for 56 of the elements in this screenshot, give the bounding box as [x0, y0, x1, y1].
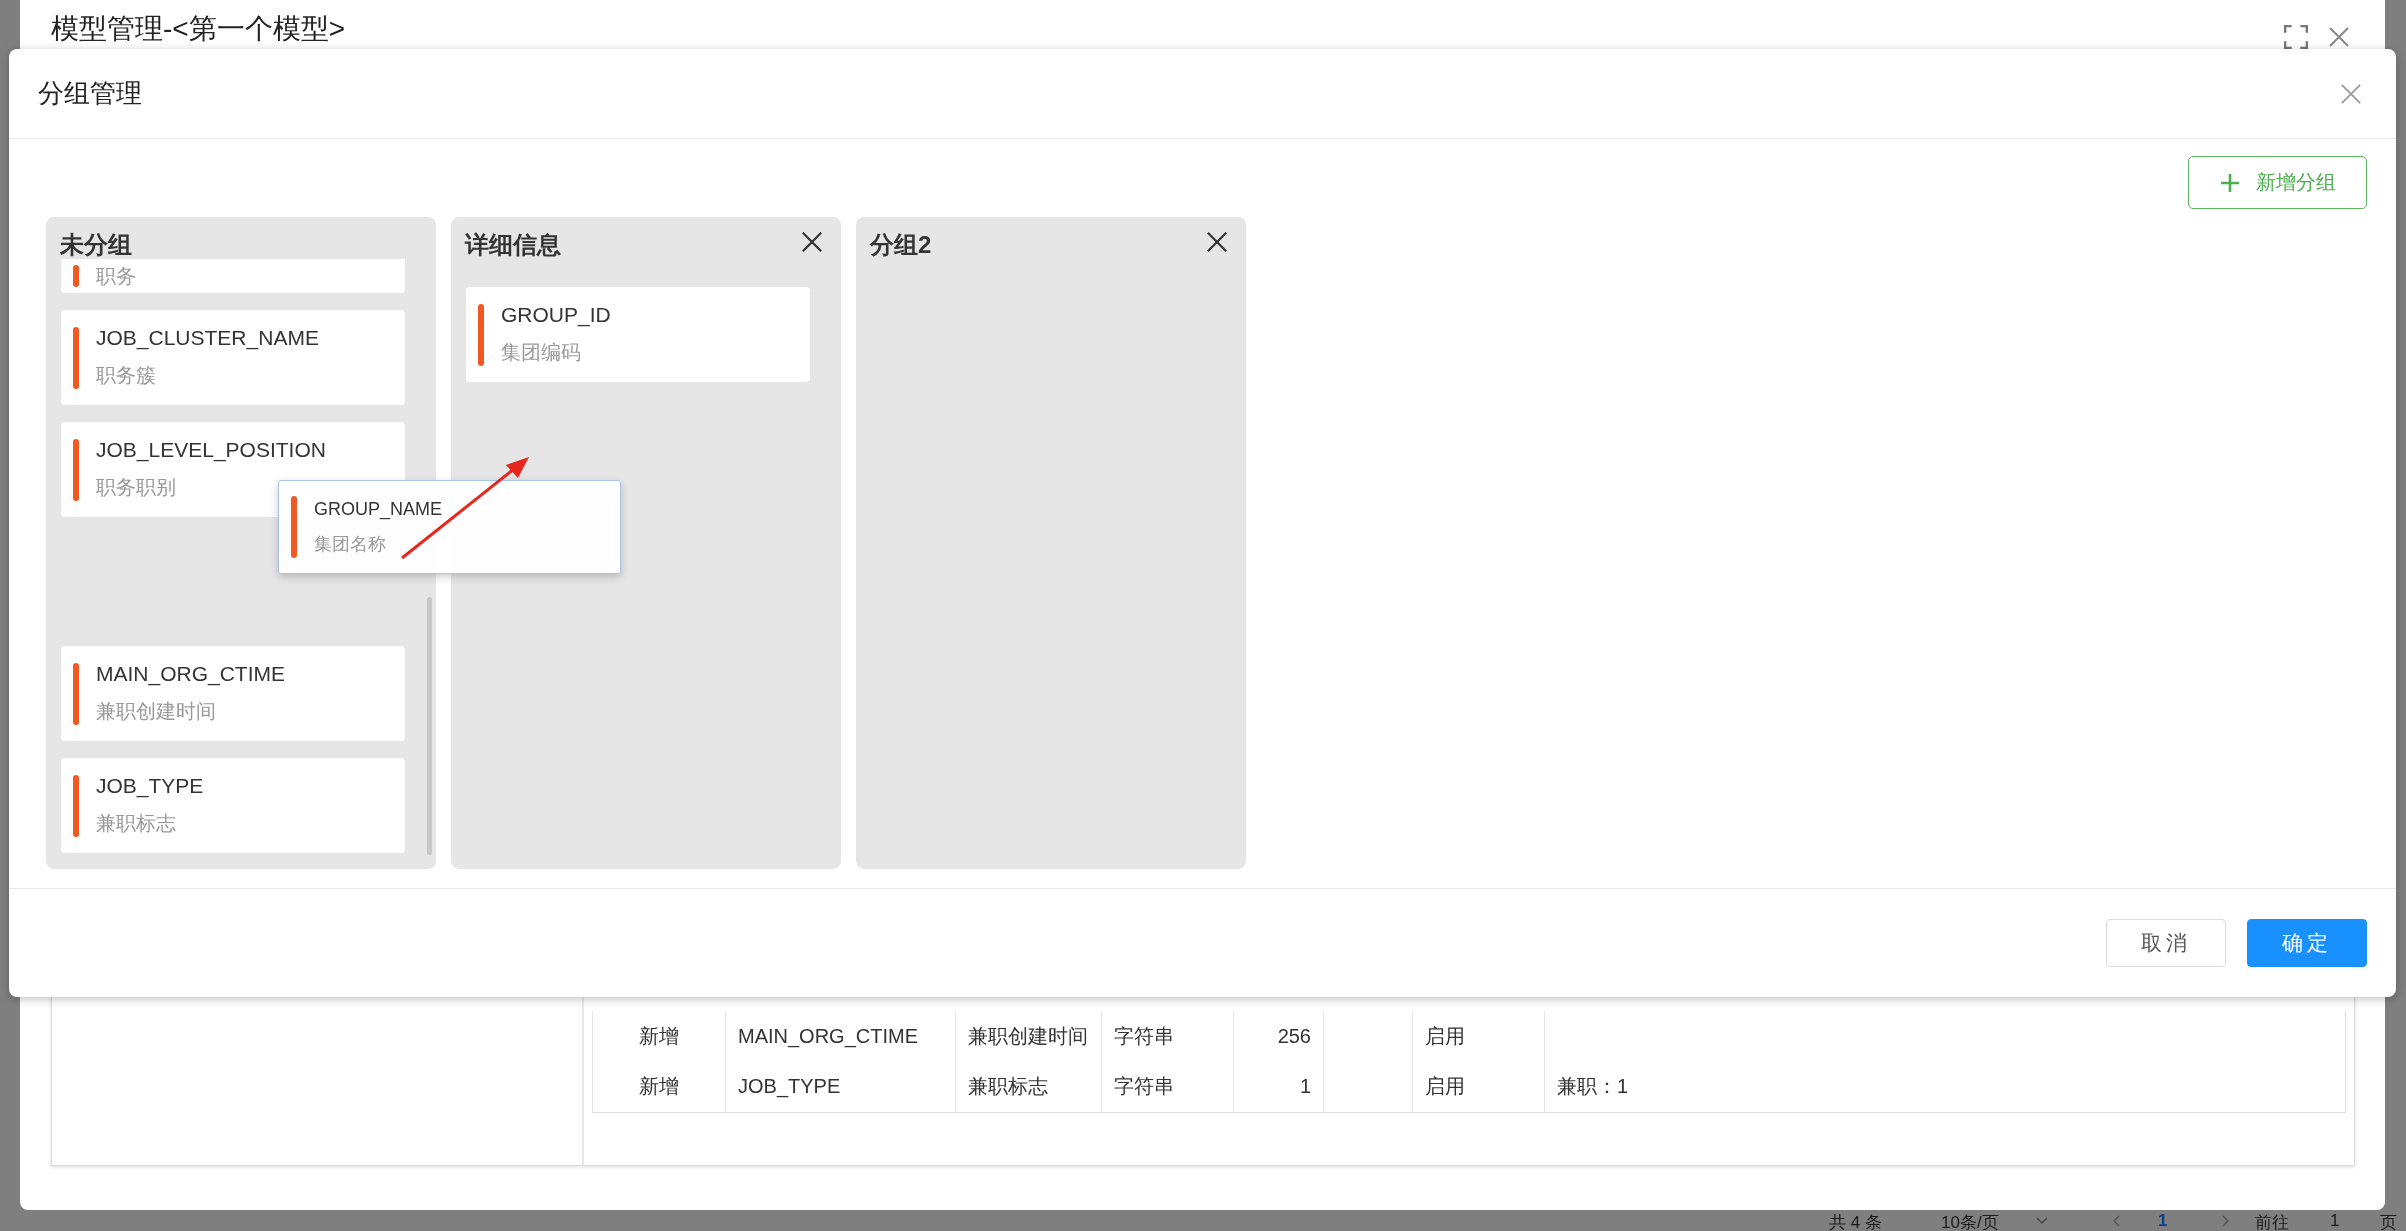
- field-label: 职务: [96, 263, 136, 289]
- table-cell: JOB_TYPE: [738, 1075, 841, 1098]
- accent-bar: [73, 774, 79, 837]
- accent-bar: [478, 303, 484, 366]
- field-code: GROUP_ID: [501, 303, 611, 327]
- page-input[interactable]: 1: [2330, 1211, 2340, 1231]
- goto-label: 前往: [2255, 1212, 2289, 1231]
- field-label: 职务簇: [96, 363, 157, 388]
- field-card[interactable]: JOB_CLUSTER_NAME 职务簇: [61, 310, 405, 405]
- accent-bar: [73, 265, 79, 287]
- plus-icon: [2219, 172, 2240, 193]
- dialog-title: 分组管理: [38, 77, 142, 110]
- table-cell: 字符串: [1114, 1075, 1174, 1098]
- total-count: 共 4 条: [1829, 1212, 1882, 1231]
- fullscreen-icon[interactable]: [2283, 24, 2309, 50]
- page-unit: 页: [2380, 1212, 2397, 1231]
- accent-bar: [73, 438, 79, 501]
- table-cell: 兼职标志: [968, 1075, 1048, 1098]
- next-page-icon[interactable]: [2222, 1215, 2230, 1227]
- group-title: 详细信息: [465, 230, 561, 260]
- dialog-title: 模型管理-<第一个模型>: [51, 12, 346, 46]
- field-label: 兼职创建时间: [96, 699, 217, 724]
- field-label: 兼职标志: [96, 811, 177, 836]
- dragged-card[interactable]: GROUP_NAME 集团名称: [278, 480, 621, 574]
- page-size-select[interactable]: 10条/页: [1941, 1211, 1999, 1231]
- table-cell: 兼职创建时间: [968, 1024, 1088, 1047]
- group-title: 分组2: [870, 230, 932, 260]
- table-cell: 启用: [1425, 1075, 1465, 1098]
- close-icon[interactable]: [1206, 231, 1228, 253]
- caret-icon: [2036, 1217, 2048, 1225]
- table-cell: 新增: [639, 1075, 679, 1098]
- field-code: JOB_TYPE: [96, 774, 204, 798]
- cancel-button[interactable]: 取消: [2106, 919, 2226, 967]
- accent-bar: [73, 662, 79, 725]
- table-cell: 启用: [1425, 1024, 1465, 1047]
- scrollbar[interactable]: [427, 597, 432, 855]
- field-label: 集团编码: [501, 340, 582, 365]
- table-cell: 256: [1277, 1024, 1311, 1047]
- table-cell: 兼职：1: [1557, 1075, 1629, 1098]
- accent-bar: [291, 496, 297, 558]
- group-title: 未分组: [60, 230, 132, 260]
- field-label: 职务职别: [96, 475, 177, 500]
- table-cell: MAIN_ORG_CTIME: [738, 1024, 919, 1047]
- accent-bar: [73, 326, 79, 389]
- field-card[interactable]: GROUP_ID 集团编码: [466, 287, 810, 382]
- field-code: JOB_CLUSTER_NAME: [96, 326, 319, 350]
- field-card[interactable]: MAIN_ORG_CTIME 兼职创建时间: [61, 646, 405, 741]
- prev-page-icon[interactable]: [2112, 1215, 2120, 1227]
- table-cell: 1: [1299, 1075, 1311, 1098]
- field-label: 集团名称: [314, 532, 387, 556]
- table-cell: 字符串: [1114, 1024, 1174, 1047]
- field-code: MAIN_ORG_CTIME: [96, 662, 286, 686]
- table-cell: 新增: [639, 1024, 679, 1047]
- field-card[interactable]: JOB_TYPE 兼职标志: [61, 758, 405, 853]
- field-code: JOB_LEVEL_POSITION: [96, 438, 326, 462]
- close-icon[interactable]: [801, 231, 823, 253]
